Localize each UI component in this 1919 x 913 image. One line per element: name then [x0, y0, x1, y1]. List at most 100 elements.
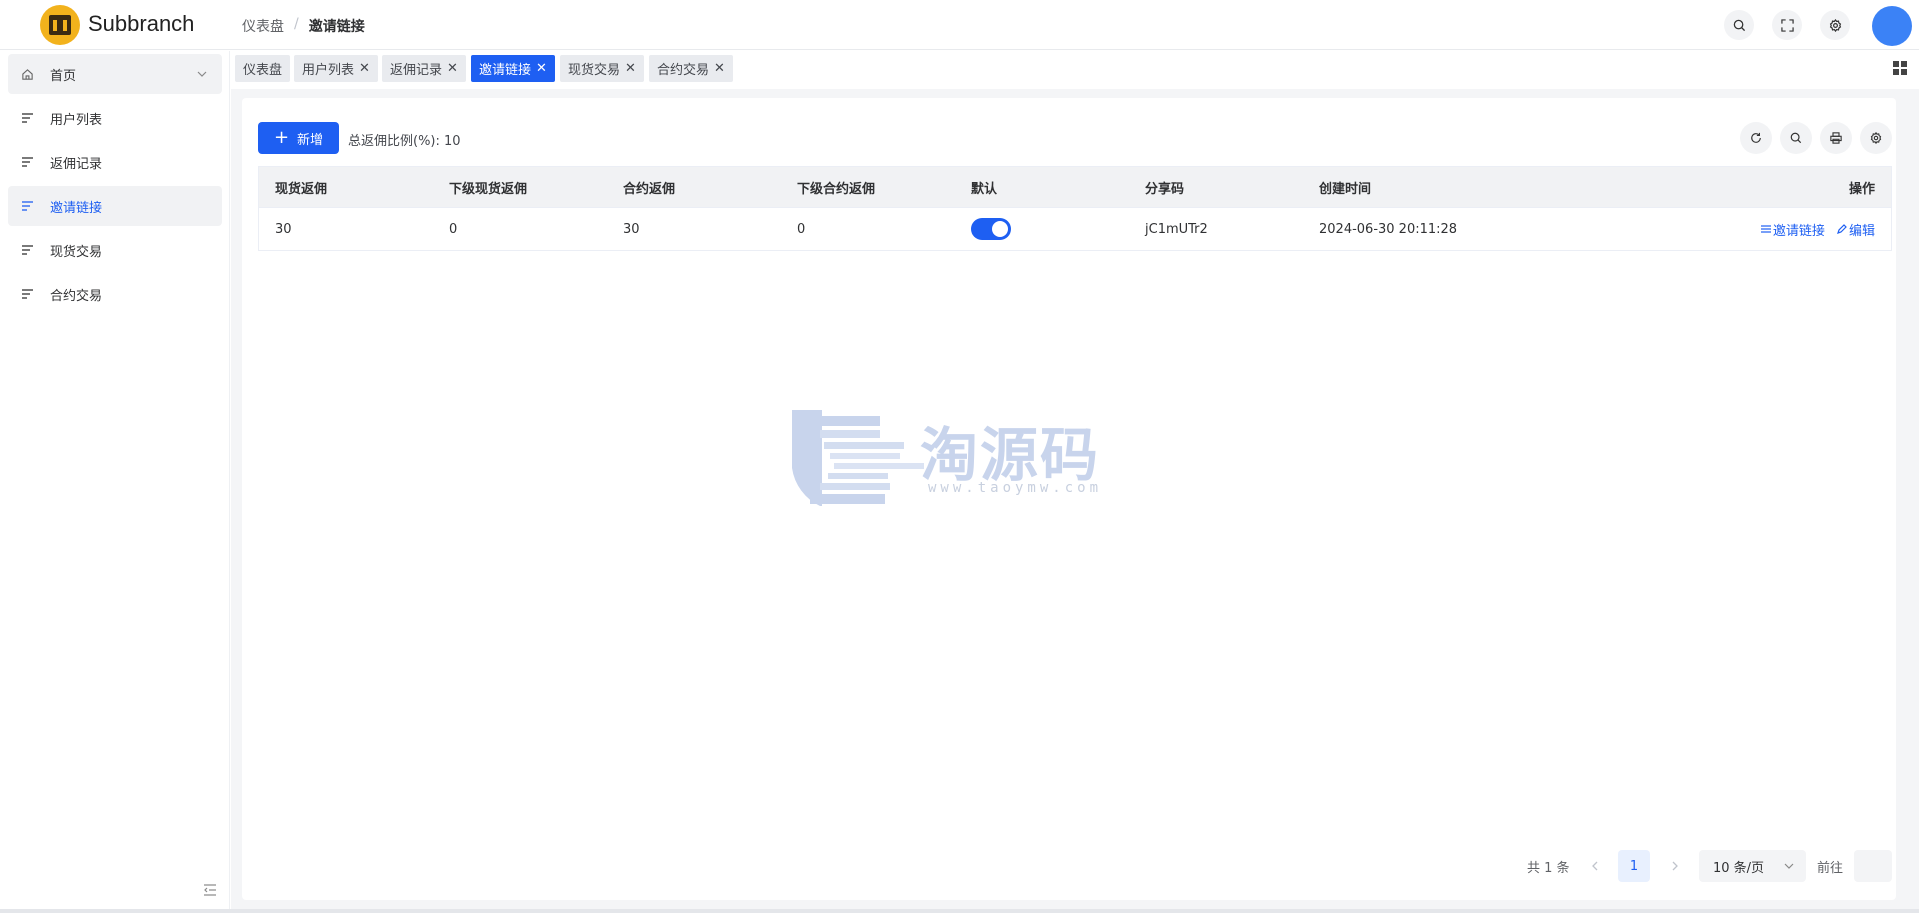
tab-commission[interactable]: 返佣记录 ✕ [382, 55, 466, 82]
pagination-total: 共 1 条 [1527, 860, 1570, 876]
prev-page-button[interactable] [1590, 850, 1600, 882]
breadcrumb-current: 邀请链接 [308, 19, 365, 35]
close-icon[interactable]: ✕ [447, 62, 458, 75]
tab-label: 仪表盘 [243, 63, 283, 78]
invite-link-table: 现货返佣 下级现货返佣 合约返佣 下级合约返佣 默认 分享码 创建时间 操作 3… [258, 166, 1892, 251]
menu-lines-icon [22, 245, 33, 255]
plus-icon: + [273, 127, 290, 148]
sidebar-item-spot-trade[interactable]: 现货交易 [8, 230, 222, 270]
tab-spot-trade[interactable]: 现货交易 ✕ [560, 55, 644, 82]
print-button[interactable] [1820, 122, 1852, 154]
refresh-button[interactable] [1740, 122, 1772, 154]
menu-lines-icon [22, 157, 33, 167]
table-row: 30 0 30 0 jC1mUTr2 2024-06-30 20:11:28 邀… [259, 208, 1891, 250]
sidebar-item-label: 合约交易 [50, 288, 103, 304]
sidebar-item-invite-link[interactable]: 邀请链接 [8, 186, 222, 226]
sidebar-item-users[interactable]: 用户列表 [8, 98, 222, 138]
next-page-button[interactable] [1670, 850, 1680, 882]
column-header: 现货返佣 [275, 181, 328, 197]
chevron-down-icon [1784, 863, 1794, 869]
watermark-url: www.taoymw.com [928, 480, 1103, 496]
edit-icon [1837, 224, 1847, 234]
column-header: 操作 [1848, 181, 1875, 197]
breadcrumb-separator: / [294, 16, 299, 32]
goto-label: 前往 [1817, 860, 1844, 876]
sidebar-item-contract-trade[interactable]: 合约交易 [8, 274, 222, 314]
search-icon [1790, 132, 1802, 144]
print-icon [1830, 132, 1842, 144]
menu-lines-icon [22, 113, 33, 123]
column-header: 下级现货返佣 [449, 181, 528, 197]
column-header: 合约返佣 [623, 181, 676, 197]
sidebar-item-label: 返佣记录 [50, 156, 103, 172]
search-icon [1733, 19, 1745, 31]
list-icon [1760, 225, 1771, 233]
menu-lines-icon [22, 289, 33, 299]
edit-action[interactable]: 编辑 [1837, 220, 1875, 239]
settings-icon [1870, 132, 1882, 144]
sidebar-collapse-icon[interactable] [202, 882, 218, 898]
tab-contract-trade[interactable]: 合约交易 ✕ [649, 55, 733, 82]
cell-sub-contract: 0 [797, 221, 806, 237]
invite-link-action[interactable]: 邀请链接 [1760, 220, 1825, 239]
menu-lines-icon [22, 201, 33, 211]
tab-users[interactable]: 用户列表 ✕ [294, 55, 378, 82]
page-number[interactable]: 1 [1618, 850, 1650, 882]
table-search-button[interactable] [1780, 122, 1812, 154]
tab-invite-link[interactable]: 邀请链接 ✕ [471, 55, 555, 82]
table-header: 现货返佣 下级现货返佣 合约返佣 下级合约返佣 默认 分享码 创建时间 操作 [259, 167, 1891, 208]
invite-link-action-label: 邀请链接 [1772, 223, 1825, 239]
chevron-down-icon[interactable] [196, 68, 208, 80]
app-logo[interactable] [40, 5, 80, 45]
sidebar-item-home[interactable]: 首页 [8, 54, 222, 94]
header-search-button[interactable] [1724, 10, 1754, 40]
cell-share-code: jC1mUTr2 [1145, 221, 1208, 237]
breadcrumb: 仪表盘 / 邀请链接 [242, 16, 365, 36]
user-avatar[interactable] [1872, 6, 1912, 46]
tab-label: 用户列表 [302, 63, 355, 78]
close-icon[interactable]: ✕ [536, 62, 547, 75]
header-fullscreen-button[interactable] [1772, 10, 1802, 40]
ratio-value: 10 [444, 134, 461, 149]
close-icon[interactable]: ✕ [625, 62, 636, 75]
sidebar: 首页 用户列表 返佣记录 邀请链接 现货交易 合约交易 [0, 51, 230, 913]
tab-dashboard[interactable]: 仪表盘 [235, 55, 291, 82]
sidebar-item-label: 用户列表 [50, 112, 103, 128]
cell-sub-spot: 0 [449, 221, 458, 237]
tab-label: 合约交易 [657, 63, 710, 78]
tab-label: 邀请链接 [479, 63, 532, 78]
refresh-icon [1751, 132, 1761, 143]
goto-page-input[interactable] [1854, 850, 1892, 882]
page-size-value: 10 条/页 [1713, 860, 1765, 876]
sidebar-item-label: 现货交易 [50, 244, 103, 260]
column-header: 默认 [971, 181, 998, 197]
cell-created: 2024-06-30 20:11:28 [1319, 221, 1458, 237]
app-name: Subbranch [88, 11, 195, 36]
cell-actions: 邀请链接 编辑 [1523, 220, 1891, 239]
bottom-border [0, 909, 1919, 913]
total-commission-ratio: 总返佣比例(%): 10 [348, 134, 461, 149]
sidebar-item-commission[interactable]: 返佣记录 [8, 142, 222, 182]
close-icon[interactable]: ✕ [714, 62, 725, 75]
header-settings-button[interactable] [1820, 10, 1850, 40]
grid-menu-icon[interactable] [1893, 61, 1907, 75]
cell-contract: 30 [623, 221, 640, 237]
page-size-select[interactable]: 10 条/页 [1699, 850, 1806, 882]
watermark: 淘源码 www.taoymw.com [790, 408, 1130, 508]
column-header: 分享码 [1145, 181, 1185, 197]
default-toggle[interactable] [971, 218, 1011, 240]
add-button-label: 新增 [297, 132, 324, 148]
breadcrumb-root[interactable]: 仪表盘 [242, 16, 284, 36]
bank-icon [49, 15, 71, 35]
tab-label: 现货交易 [568, 63, 621, 78]
settings-icon [1829, 18, 1841, 32]
tabs-bar: 仪表盘 用户列表 ✕ 返佣记录 ✕ 邀请链接 ✕ 现货交易 ✕ 合约交易 ✕ [231, 51, 1919, 89]
column-header: 下级合约返佣 [797, 181, 876, 197]
edit-action-label: 编辑 [1848, 223, 1875, 239]
home-icon [22, 68, 33, 80]
column-settings-button[interactable] [1860, 122, 1892, 154]
add-button[interactable]: + 新增 [258, 122, 339, 154]
cell-default [955, 218, 1129, 240]
close-icon[interactable]: ✕ [359, 62, 370, 75]
chevron-right-icon [1672, 861, 1678, 871]
